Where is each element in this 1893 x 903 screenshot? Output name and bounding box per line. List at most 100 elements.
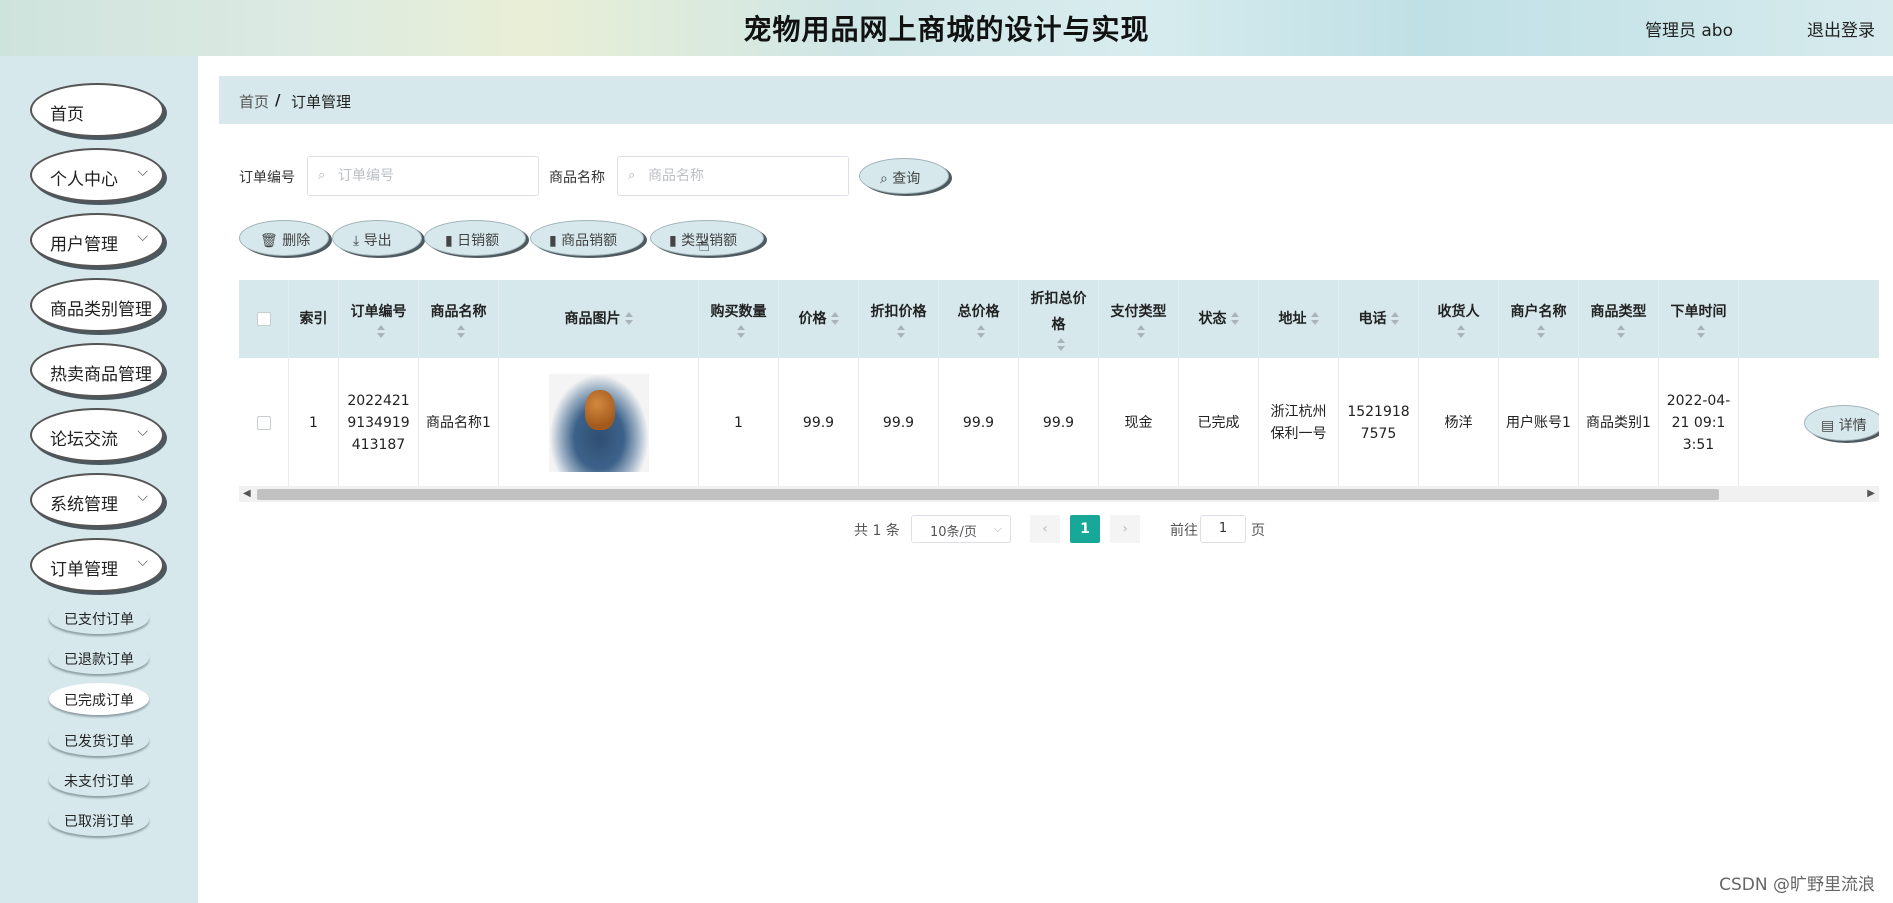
row-checkbox[interactable] bbox=[256, 416, 271, 430]
query-button[interactable]: ⌕ 查询 bbox=[859, 158, 949, 194]
col-status: 状态 已完成 bbox=[1179, 280, 1259, 488]
header-discount-total[interactable]: 折扣总价格 bbox=[1019, 280, 1098, 358]
sort-icon[interactable] bbox=[376, 325, 385, 339]
header-quantity[interactable]: 购买数量 bbox=[699, 280, 778, 358]
sort-icon[interactable] bbox=[1536, 325, 1545, 339]
header-discount-price-label: 折扣价格 bbox=[870, 304, 927, 320]
daily-sales-button[interactable]: ▮ 日销额 bbox=[424, 220, 526, 256]
select-all-checkbox[interactable] bbox=[256, 312, 271, 326]
export-button[interactable]: ⤓ 导出 bbox=[332, 220, 422, 256]
cell-receiver: 杨洋 bbox=[1444, 415, 1473, 431]
sort-icon[interactable] bbox=[896, 325, 905, 339]
subitem-completed-orders[interactable]: 已完成订单 bbox=[49, 683, 149, 715]
pagination-total: 共 1 条 bbox=[854, 523, 900, 539]
sidebar-item-label: 热卖商品管理 bbox=[50, 365, 152, 385]
header-order-no[interactable]: 订单编号 bbox=[339, 280, 418, 358]
prev-page-button[interactable]: ‹ bbox=[1030, 515, 1060, 543]
sidebar-item-home[interactable]: 首页 bbox=[30, 83, 164, 137]
header-address[interactable]: 地址 bbox=[1259, 280, 1338, 358]
goto-page-input[interactable]: 1 bbox=[1200, 515, 1246, 543]
sidebar-item-label: 论坛交流 bbox=[50, 430, 118, 450]
header-order-time-label: 下单时间 bbox=[1670, 304, 1727, 320]
sort-icon[interactable] bbox=[1696, 325, 1705, 339]
cell-product-image bbox=[499, 358, 698, 488]
sidebar-item-forum[interactable]: 论坛交流 ⌵ bbox=[30, 408, 164, 462]
sidebar-item-label: 订单管理 bbox=[50, 560, 118, 580]
header-phone[interactable]: 电话 bbox=[1339, 280, 1418, 358]
breadcrumb-home[interactable]: 首页 bbox=[239, 91, 269, 112]
cell-product-name: 商品名称1 bbox=[426, 415, 491, 431]
col-actions bbox=[1739, 280, 1879, 488]
page-size-select[interactable]: 10条/页 ⌵ bbox=[911, 515, 1011, 543]
sidebar-item-hot-products[interactable]: 热卖商品管理 bbox=[30, 343, 164, 397]
sort-icon[interactable] bbox=[1056, 338, 1065, 352]
header-pay-type[interactable]: 支付类型 bbox=[1099, 280, 1178, 358]
sort-icon[interactable] bbox=[456, 325, 465, 339]
col-index: 索引 1 bbox=[289, 280, 339, 488]
top-header: 宠物用品网上商城的设计与实现 管理员 abo 退出登录 bbox=[0, 0, 1893, 56]
sidebar-item-personal-center[interactable]: 个人中心 ⌵ bbox=[30, 148, 164, 202]
header-product-name-label: 商品名称 bbox=[430, 304, 487, 320]
sort-icon[interactable] bbox=[1616, 325, 1625, 339]
sort-icon[interactable] bbox=[976, 325, 985, 339]
subitem-shipped-orders[interactable]: 已发货订单 bbox=[49, 724, 149, 756]
header-discount-price[interactable]: 折扣价格 bbox=[859, 280, 938, 358]
sort-icon[interactable] bbox=[624, 312, 633, 326]
subitem-refunded-orders[interactable]: 已退款订单 bbox=[49, 642, 149, 674]
header-product-image-label: 商品图片 bbox=[564, 311, 621, 327]
subitem-unpaid-orders[interactable]: 未支付订单 bbox=[49, 764, 149, 796]
order-no-field[interactable]: ⌕ bbox=[307, 156, 539, 196]
sort-icon[interactable] bbox=[830, 312, 839, 326]
sort-icon[interactable] bbox=[1310, 312, 1319, 326]
breadcrumb-separator: / bbox=[275, 91, 281, 109]
scroll-right-icon[interactable]: ▶ bbox=[1867, 488, 1875, 499]
table-horizontal-scrollbar[interactable]: ◀ ▶ bbox=[239, 486, 1879, 502]
subitem-paid-orders[interactable]: 已支付订单 bbox=[49, 602, 149, 634]
sidebar-item-orders[interactable]: 订单管理 ⌵ bbox=[30, 538, 164, 592]
header-pay-type-label: 支付类型 bbox=[1110, 304, 1167, 320]
sidebar-item-system[interactable]: 系统管理 ⌵ bbox=[30, 473, 164, 527]
sort-icon[interactable] bbox=[1230, 312, 1239, 326]
delete-button-label: 删除 bbox=[282, 233, 311, 249]
logout-link[interactable]: 退出登录 bbox=[1807, 16, 1875, 41]
product-name-input[interactable] bbox=[648, 165, 838, 187]
next-page-button[interactable]: › bbox=[1110, 515, 1140, 543]
header-merchant[interactable]: 商户名称 bbox=[1499, 280, 1578, 358]
header-product-type[interactable]: 商品类型 bbox=[1579, 280, 1658, 358]
col-quantity: 购买数量 1 bbox=[699, 280, 779, 488]
scrollbar-thumb[interactable] bbox=[257, 489, 1719, 500]
sort-icon[interactable] bbox=[1456, 325, 1465, 339]
header-order-time[interactable]: 下单时间 bbox=[1659, 280, 1738, 358]
order-no-input[interactable] bbox=[338, 165, 528, 187]
subitem-cancelled-orders[interactable]: 已取消订单 bbox=[49, 804, 149, 836]
header-price[interactable]: 价格 bbox=[779, 280, 858, 358]
detail-button[interactable]: ▤ 详情 bbox=[1804, 405, 1879, 441]
sort-icon[interactable] bbox=[1136, 325, 1145, 339]
page-size-value: 10条/页 bbox=[930, 525, 977, 540]
header-receiver[interactable]: 收货人 bbox=[1419, 280, 1498, 358]
product-name-field[interactable]: ⌕ bbox=[617, 156, 849, 196]
sort-icon[interactable] bbox=[1390, 312, 1399, 326]
product-sales-label: 商品销额 bbox=[561, 233, 618, 249]
delete-button[interactable]: 🗑 删除 bbox=[239, 220, 329, 256]
mouse-cursor-icon: ☝ bbox=[698, 232, 711, 256]
order-no-label: 订单编号 bbox=[239, 170, 295, 186]
product-sales-button[interactable]: ▮ 商品销额 bbox=[530, 220, 644, 256]
breadcrumb: 首页 / 订单管理 bbox=[219, 76, 1893, 124]
product-thumbnail[interactable] bbox=[548, 374, 649, 472]
page-number-button[interactable]: 1 bbox=[1070, 515, 1100, 543]
col-product-name: 商品名称 商品名称1 bbox=[419, 280, 499, 488]
scroll-left-icon[interactable]: ◀ bbox=[243, 488, 251, 499]
header-total-price[interactable]: 总价格 bbox=[939, 280, 1018, 358]
header-status[interactable]: 状态 bbox=[1179, 280, 1258, 358]
cell-product-type: 商品类别1 bbox=[1586, 415, 1651, 431]
header-product-image[interactable]: 商品图片 bbox=[499, 280, 698, 358]
col-price: 价格 99.9 bbox=[779, 280, 859, 488]
sort-icon[interactable] bbox=[736, 325, 745, 339]
chevron-up-icon: ⌵ bbox=[137, 554, 148, 570]
cell-discount-total: 99.9 bbox=[1042, 415, 1075, 431]
sidebar-item-category-management[interactable]: 商品类别管理 bbox=[30, 278, 164, 332]
cell-address: 浙江杭州保利一号 bbox=[1270, 404, 1327, 442]
header-product-name[interactable]: 商品名称 bbox=[419, 280, 498, 358]
sidebar-item-user-management[interactable]: 用户管理 ⌵ bbox=[30, 213, 164, 267]
